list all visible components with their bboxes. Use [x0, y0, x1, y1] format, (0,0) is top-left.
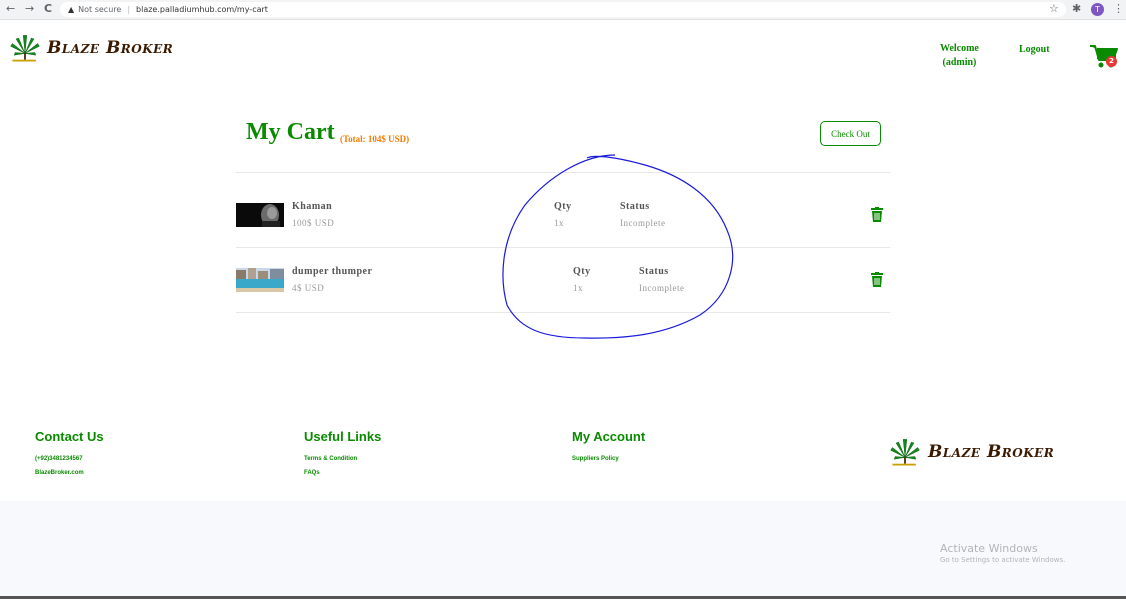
checkout-button[interactable]: Check Out	[820, 121, 881, 146]
suppliers-policy-link[interactable]: Suppliers Policy	[572, 456, 619, 462]
product-price: 100$ USD	[292, 218, 335, 228]
contact-phone[interactable]: (+92)3481234567	[35, 456, 83, 462]
qty-label: Qty	[554, 201, 572, 212]
url-separator: |	[127, 5, 131, 14]
qty-value: 1x	[573, 283, 583, 293]
divider	[236, 312, 890, 313]
url-text[interactable]: blaze.palladiumhub.com/my-cart	[136, 5, 268, 14]
product-image[interactable]	[236, 203, 284, 227]
menu-icon[interactable]: ⋮	[1113, 2, 1124, 15]
welcome-line: Welcome	[940, 43, 979, 54]
product-name[interactable]: dumper thumper	[292, 266, 372, 277]
terms-link[interactable]: Terms & Condition	[304, 456, 357, 462]
activation-title: Activate Windows	[940, 542, 1038, 555]
faqs-link[interactable]: FAQs	[304, 470, 320, 476]
contact-heading: Contact Us	[35, 429, 104, 444]
footer-logo[interactable]: Blaze Broker	[886, 434, 1054, 470]
footer-brand-name: Blaze Broker	[928, 442, 1055, 462]
trash-icon[interactable]	[871, 207, 883, 222]
reload-icon[interactable]: C	[44, 2, 52, 15]
qty-value: 1x	[554, 218, 564, 228]
address-bar[interactable]: ▲ Not secure | blaze.palladiumhub.com/my…	[60, 2, 1066, 17]
star-icon[interactable]: ☆	[1049, 2, 1059, 15]
status-label: Status	[639, 266, 669, 277]
cannabis-leaf-icon	[10, 35, 40, 62]
security-label: Not secure	[78, 5, 122, 14]
status-value: Incomplete	[620, 218, 666, 228]
browser-toolbar: ← → C ▲ Not secure | blaze.palladiumhub.…	[0, 0, 1126, 20]
contact-website[interactable]: BlazeBroker.com	[35, 470, 84, 476]
cannabis-leaf-icon	[890, 439, 920, 466]
useful-links-heading: Useful Links	[304, 429, 382, 444]
welcome-text: Welcome (admin)	[940, 42, 979, 70]
status-value: Incomplete	[639, 283, 685, 293]
product-image[interactable]	[236, 268, 284, 292]
extensions-icon[interactable]: ✱	[1072, 2, 1081, 15]
windows-activation-watermark: Activate Windows Go to Settings to activ…	[940, 542, 1065, 564]
cart-count-badge: 2	[1106, 56, 1117, 67]
username-line: (admin)	[942, 57, 977, 68]
product-price: 4$ USD	[292, 283, 325, 293]
activation-subtitle: Go to Settings to activate Windows.	[940, 556, 1066, 564]
qty-label: Qty	[573, 266, 591, 277]
product-name[interactable]: Khaman	[292, 201, 332, 212]
warning-icon: ▲	[68, 5, 75, 14]
forward-icon[interactable]: →	[25, 2, 34, 15]
divider	[236, 247, 890, 248]
back-icon[interactable]: ←	[6, 2, 15, 15]
site-logo[interactable]: Blaze Broker	[7, 30, 173, 66]
brand-name: Blaze Broker	[47, 38, 174, 58]
page-title: My Cart	[246, 119, 335, 145]
cart-total: (Total: 104$ USD)	[340, 134, 410, 144]
profile-avatar[interactable]: T	[1091, 3, 1104, 16]
status-label: Status	[620, 201, 650, 212]
divider	[236, 172, 890, 173]
my-account-heading: My Account	[572, 429, 646, 444]
trash-icon[interactable]	[871, 272, 883, 287]
logout-link[interactable]: Logout	[1019, 44, 1050, 55]
